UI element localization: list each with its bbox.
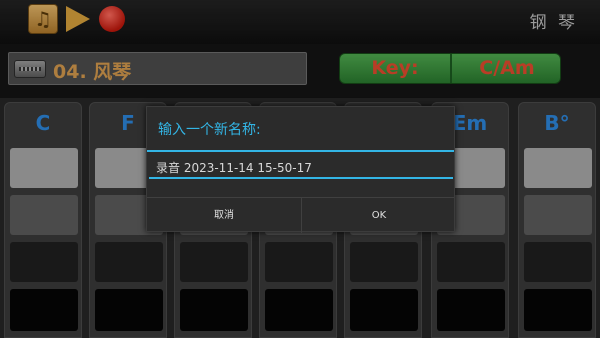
cancel-button[interactable]: 取消 [147,198,301,233]
rename-dialog: 输入一个新名称: 取消 OK [146,106,456,233]
dialog-title-divider [147,150,454,152]
recording-name-input[interactable] [149,157,453,179]
ok-button[interactable]: OK [302,198,456,233]
dialog-title: 输入一个新名称: [158,122,261,138]
